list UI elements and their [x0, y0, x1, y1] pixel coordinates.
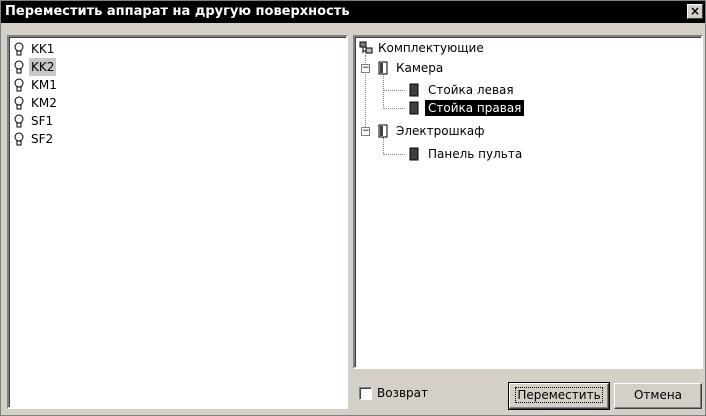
list-item[interactable]: SF1 [9, 112, 339, 130]
panel-icon [409, 101, 419, 115]
move-button[interactable]: Переместить [508, 382, 610, 410]
device-list[interactable]: KK1 KK2 KM1 KM2 SF1 SF2 [7, 35, 348, 409]
cabinet-icon [378, 124, 388, 138]
tree-node-group[interactable]: Электрошкаф [393, 123, 487, 139]
tree-connector [383, 73, 384, 109]
list-item-label: KM1 [31, 78, 57, 92]
components-icon [359, 41, 373, 54]
dialog-titlebar: Переместить аппарат на другую поверхност… [1, 1, 705, 23]
cancel-button-label: Отмена [633, 388, 683, 402]
list-item[interactable]: KK2 [9, 58, 339, 76]
surface-tree[interactable]: Комплектующие − Камера Стойка левая Стой… [353, 35, 703, 369]
list-item[interactable]: KM2 [9, 94, 339, 112]
list-item[interactable]: KM1 [9, 76, 339, 94]
return-checkbox-label[interactable]: Возврат [377, 384, 428, 402]
move-device-dialog: Переместить аппарат на другую поверхност… [0, 0, 706, 416]
tree-connector [383, 90, 405, 91]
tree-connector [383, 137, 384, 155]
bulb-icon [14, 78, 24, 92]
tree-connector [383, 108, 405, 109]
dialog-title: Переместить аппарат на другую поверхност… [5, 4, 350, 19]
return-checkbox[interactable] [359, 387, 372, 400]
list-item-label: SF2 [31, 132, 54, 146]
bulb-icon [14, 60, 24, 74]
list-item-label: SF1 [31, 114, 54, 128]
list-item-label: KK2 [29, 58, 57, 76]
list-item[interactable]: SF2 [9, 130, 339, 148]
tree-node-leaf[interactable]: Стойка левая [425, 82, 517, 98]
collapse-icon[interactable]: − [361, 127, 370, 136]
close-icon[interactable]: × [687, 4, 703, 19]
tree-node-group[interactable]: Камера [393, 60, 446, 76]
list-item[interactable]: KK1 [9, 40, 339, 58]
tree-node-leaf-selected[interactable]: Стойка правая [425, 100, 525, 116]
panel-icon [409, 147, 419, 161]
bulb-icon [14, 132, 24, 146]
list-item-label: KK1 [31, 42, 55, 56]
move-button-label: Переместить [515, 387, 603, 403]
tree-connector [383, 154, 405, 155]
bulb-icon [14, 42, 24, 56]
bulb-icon [14, 96, 24, 110]
panel-icon [409, 83, 419, 97]
tree-node-leaf[interactable]: Панель пульта [425, 146, 525, 162]
collapse-icon[interactable]: − [361, 64, 370, 73]
cancel-button[interactable]: Отмена [614, 383, 702, 409]
list-item-label: KM2 [31, 96, 57, 110]
cabinet-icon [378, 61, 388, 75]
bulb-icon [14, 114, 24, 128]
tree-node-root[interactable]: Комплектующие [375, 40, 487, 56]
